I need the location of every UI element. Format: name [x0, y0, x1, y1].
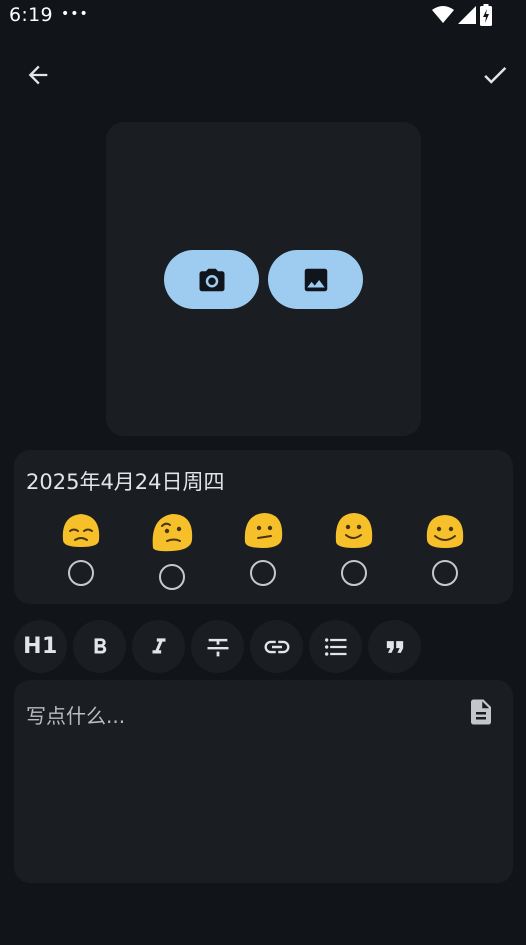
- document-icon: [471, 699, 491, 725]
- mood-option-3[interactable]: [238, 510, 288, 590]
- mood-option-4[interactable]: [329, 510, 379, 590]
- strikethrough-icon: [207, 638, 228, 656]
- save-check-button[interactable]: [471, 51, 519, 99]
- bold-button[interactable]: [73, 620, 126, 673]
- photo-placeholder-card: [106, 122, 421, 436]
- camera-button[interactable]: [164, 250, 259, 309]
- note-editor[interactable]: 写点什么...: [14, 680, 513, 883]
- wifi-icon: [432, 6, 454, 23]
- check-icon: [484, 66, 507, 84]
- italic-button[interactable]: [132, 620, 185, 673]
- diary-editor-screen: 6:19 ••• 2025年4月24日周四 H1 写点什么...: [0, 0, 526, 945]
- date-label[interactable]: 2025年4月24日周四: [26, 466, 225, 496]
- notification-overflow-icon: •••: [61, 6, 89, 22]
- mood-radio-2[interactable]: [159, 564, 185, 590]
- status-bar: 6:19 •••: [0, 0, 526, 30]
- italic-icon: [152, 637, 165, 653]
- link-button[interactable]: [250, 620, 303, 673]
- happy-face-icon: [426, 515, 464, 548]
- mood-option-5[interactable]: [420, 510, 470, 590]
- thinking-face-icon: [152, 514, 193, 552]
- mood-option-1[interactable]: [56, 510, 106, 590]
- mood-radio-3[interactable]: [250, 560, 276, 586]
- camera-icon: [199, 268, 224, 291]
- arrow-back-icon: [28, 65, 48, 85]
- sad-face-icon: [62, 514, 100, 547]
- mood-card: 2025年4月24日周四: [14, 450, 513, 604]
- battery-charging-icon: [480, 4, 492, 26]
- gallery-button[interactable]: [268, 250, 363, 309]
- quote-icon: [386, 640, 403, 653]
- mood-option-2[interactable]: [147, 510, 197, 590]
- strikethrough-button[interactable]: [191, 620, 244, 673]
- note-input-placeholder[interactable]: 写点什么...: [26, 700, 125, 729]
- cellular-signal-icon: [458, 6, 476, 24]
- format-toolbar: H1: [14, 620, 421, 673]
- bullet-list-button[interactable]: [309, 620, 362, 673]
- quote-button[interactable]: [368, 620, 421, 673]
- slight-smile-icon: [335, 513, 373, 548]
- neutral-face-icon: [244, 513, 283, 548]
- back-button[interactable]: [14, 51, 62, 99]
- heading-label: H1: [23, 634, 58, 659]
- status-time: 6:19: [9, 4, 53, 26]
- heading-button[interactable]: H1: [14, 620, 67, 673]
- link-icon: [264, 640, 289, 653]
- mood-radio-5[interactable]: [432, 560, 458, 586]
- mood-radio-4[interactable]: [341, 560, 367, 586]
- bullet-list-icon: [324, 637, 346, 656]
- template-button[interactable]: [463, 694, 499, 730]
- status-icons: [432, 4, 492, 26]
- image-icon: [304, 268, 327, 291]
- bold-icon: [94, 637, 106, 653]
- mood-radio-1[interactable]: [68, 560, 94, 586]
